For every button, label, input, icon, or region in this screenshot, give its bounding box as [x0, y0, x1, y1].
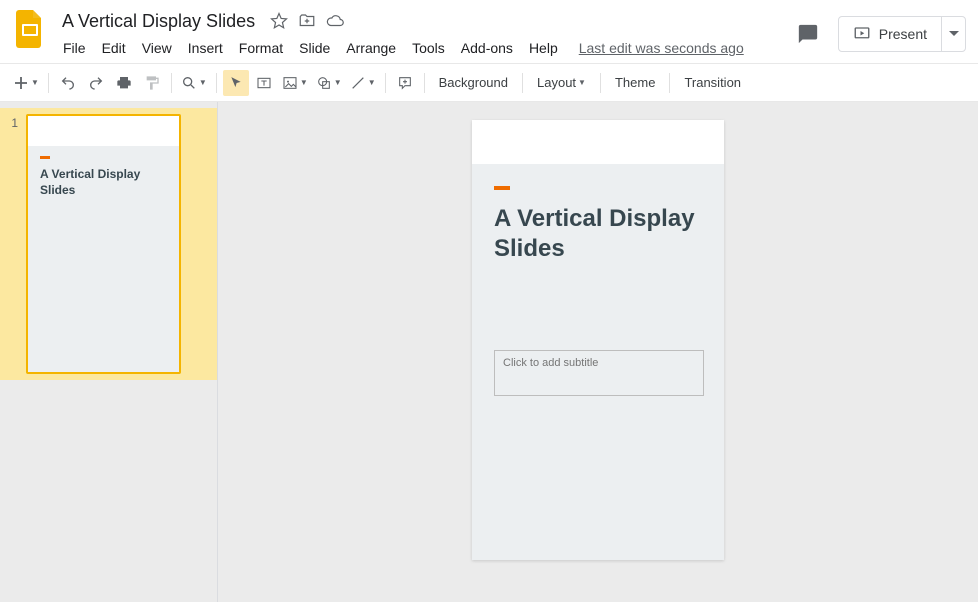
- separator: [424, 73, 425, 93]
- slide-body: A Vertical Display Slides Click to add s…: [472, 164, 724, 560]
- menu-arrange[interactable]: Arrange: [339, 36, 403, 60]
- filmstrip: 1 A Vertical Display Slides: [0, 102, 218, 602]
- transition-button[interactable]: Transition: [676, 70, 749, 96]
- slide-canvas[interactable]: A Vertical Display Slides Click to add s…: [472, 120, 724, 560]
- menu-addons[interactable]: Add-ons: [454, 36, 520, 60]
- thumb-header: [28, 116, 179, 146]
- present-label: Present: [879, 26, 927, 42]
- title-right: Present: [790, 16, 966, 52]
- slide-title[interactable]: A Vertical Display Slides: [494, 204, 702, 264]
- last-edit-link[interactable]: Last edit was seconds ago: [579, 40, 744, 56]
- slides-logo[interactable]: [12, 10, 48, 58]
- present-button[interactable]: Present: [839, 17, 941, 51]
- star-icon[interactable]: [269, 11, 289, 31]
- menu-insert[interactable]: Insert: [181, 36, 230, 60]
- theme-button[interactable]: Theme: [607, 70, 663, 96]
- chevron-down-icon: ▼: [334, 78, 342, 87]
- comments-button[interactable]: [790, 16, 826, 52]
- image-tool[interactable]: ▼: [279, 70, 311, 96]
- present-dropdown[interactable]: [941, 17, 965, 51]
- chevron-down-icon: ▼: [31, 78, 39, 87]
- redo-button[interactable]: [83, 70, 109, 96]
- present-group: Present: [838, 16, 966, 52]
- layout-button[interactable]: Layout▼: [529, 70, 594, 96]
- filmstrip-slide-selected[interactable]: 1 A Vertical Display Slides: [0, 108, 217, 380]
- separator: [522, 73, 523, 93]
- move-icon[interactable]: [297, 11, 317, 31]
- select-tool[interactable]: [223, 70, 249, 96]
- separator: [385, 73, 386, 93]
- thumb-body: A Vertical Display Slides: [28, 146, 179, 372]
- menu-help[interactable]: Help: [522, 36, 565, 60]
- print-button[interactable]: [111, 70, 137, 96]
- chevron-down-icon: ▼: [199, 78, 207, 87]
- canvas-area[interactable]: A Vertical Display Slides Click to add s…: [218, 102, 978, 602]
- paint-format-button[interactable]: [139, 70, 165, 96]
- shape-tool[interactable]: ▼: [313, 70, 345, 96]
- subtitle-placeholder[interactable]: Click to add subtitle: [494, 350, 704, 396]
- chevron-down-icon: ▼: [300, 78, 308, 87]
- accent-bar: [494, 186, 510, 190]
- cloud-icon[interactable]: [325, 11, 345, 31]
- menu-slide[interactable]: Slide: [292, 36, 337, 60]
- title-row: A Vertical Display Slides: [56, 8, 790, 34]
- menu-tools[interactable]: Tools: [405, 36, 452, 60]
- menu-format[interactable]: Format: [232, 36, 290, 60]
- slide-header: [472, 120, 724, 164]
- textbox-tool[interactable]: [251, 70, 277, 96]
- separator: [171, 73, 172, 93]
- main-area: 1 A Vertical Display Slides A Vertical D…: [0, 102, 978, 602]
- menu-file[interactable]: File: [56, 36, 93, 60]
- new-slide-button[interactable]: ▼: [10, 70, 42, 96]
- background-button[interactable]: Background: [431, 70, 516, 96]
- slide-number: 1: [4, 116, 18, 130]
- line-tool[interactable]: ▼: [347, 70, 379, 96]
- slide-thumbnail[interactable]: A Vertical Display Slides: [26, 114, 181, 374]
- accent-bar: [40, 156, 50, 159]
- document-title[interactable]: A Vertical Display Slides: [56, 10, 261, 33]
- title-section: A Vertical Display Slides File Edit View…: [56, 8, 790, 62]
- toolbar: ▼ ▼ ▼ ▼ ▼ Background Layout▼ Them: [0, 64, 978, 102]
- separator: [600, 73, 601, 93]
- thumb-title: A Vertical Display Slides: [40, 167, 167, 198]
- separator: [669, 73, 670, 93]
- chevron-down-icon: ▼: [578, 78, 586, 87]
- undo-button[interactable]: [55, 70, 81, 96]
- separator: [48, 73, 49, 93]
- comment-tool[interactable]: [392, 70, 418, 96]
- separator: [216, 73, 217, 93]
- menu-bar: File Edit View Insert Format Slide Arran…: [56, 34, 790, 62]
- menu-edit[interactable]: Edit: [95, 36, 133, 60]
- title-bar: A Vertical Display Slides File Edit View…: [0, 0, 978, 64]
- menu-view[interactable]: View: [135, 36, 179, 60]
- chevron-down-icon: ▼: [368, 78, 376, 87]
- zoom-button[interactable]: ▼: [178, 70, 210, 96]
